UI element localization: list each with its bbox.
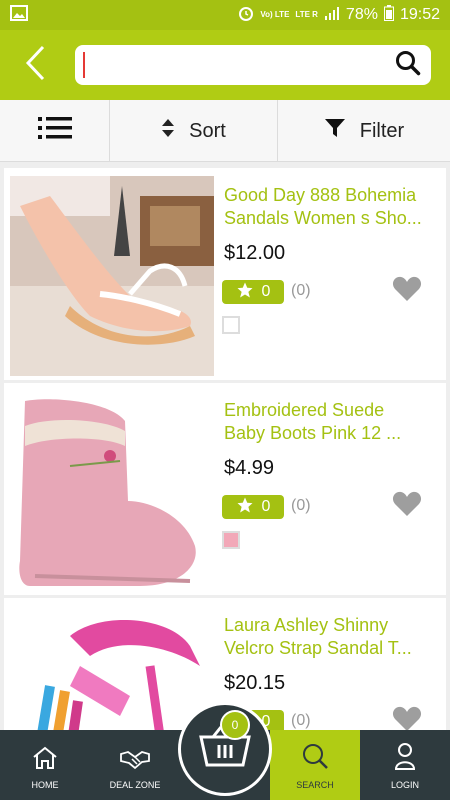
- signal-icon: [324, 6, 340, 25]
- filter-label: Filter: [359, 119, 405, 142]
- view-toggle-button[interactable]: [0, 100, 110, 162]
- nav-deal-zone[interactable]: DEAL ZONE: [90, 730, 180, 800]
- home-icon: [32, 746, 58, 772]
- nav-home-label: HOME: [31, 780, 59, 790]
- gallery-icon: [10, 4, 28, 26]
- nav-search-label: SEARCH: [296, 780, 334, 790]
- product-price: $20.15: [224, 672, 286, 694]
- star-icon: [236, 496, 254, 519]
- nav-login[interactable]: LOGIN: [360, 730, 450, 800]
- search-icon: [301, 742, 329, 772]
- product-card[interactable]: Good Day 888 Bohemia Sandals Women s Sho…: [4, 168, 446, 380]
- rating-value: 0: [261, 283, 271, 300]
- battery-icon: [383, 4, 394, 26]
- filter-icon: [324, 118, 346, 144]
- product-price: $4.99: [224, 457, 275, 479]
- product-image: [10, 391, 214, 591]
- search-button[interactable]: [385, 45, 431, 85]
- product-title[interactable]: Laura Ashley Shinny Velcro Strap Sandal …: [224, 614, 439, 660]
- network-label: Vo) LTE: [260, 10, 290, 19]
- product-title[interactable]: Good Day 888 Bohemia Sandals Women s Sho…: [224, 184, 439, 230]
- product-price: $12.00: [224, 242, 286, 264]
- search-icon: [395, 50, 421, 81]
- review-count: (0): [291, 282, 311, 299]
- handshake-icon: [120, 748, 150, 772]
- alarm-icon: [238, 5, 254, 26]
- rating-value: 0: [261, 498, 271, 515]
- heart-icon: [392, 491, 422, 521]
- header: [0, 30, 450, 100]
- list-view-icon: [37, 115, 72, 147]
- search-input[interactable]: [85, 47, 385, 83]
- heart-icon: [392, 276, 422, 306]
- wishlist-button[interactable]: [392, 276, 422, 307]
- sort-button[interactable]: Sort: [110, 100, 278, 162]
- lte-label: LTE R: [295, 10, 318, 19]
- search-box: [75, 45, 431, 85]
- nav-login-label: LOGIN: [390, 780, 419, 790]
- color-swatch[interactable]: [222, 531, 240, 549]
- sort-icon: [161, 118, 175, 144]
- color-swatch[interactable]: [222, 316, 240, 334]
- rating-badge: 0: [222, 280, 284, 304]
- nav-deal-zone-label: DEAL ZONE: [109, 780, 161, 790]
- rating-badge: 0: [222, 495, 284, 519]
- cart-count-badge: 0: [220, 710, 250, 740]
- sort-label: Sort: [189, 119, 226, 142]
- product-image: [10, 176, 214, 376]
- wishlist-button[interactable]: [392, 706, 422, 730]
- review-count: (0): [291, 712, 311, 729]
- wishlist-button[interactable]: [392, 491, 422, 522]
- review-count: (0): [291, 497, 311, 514]
- product-image: [10, 606, 214, 730]
- nav-search[interactable]: SEARCH: [270, 730, 360, 800]
- user-icon: [394, 742, 416, 772]
- nav-home[interactable]: HOME: [0, 730, 90, 800]
- chevron-left-icon: [24, 44, 46, 87]
- status-bar: Vo) LTE LTE R 78% 19:52: [0, 0, 450, 30]
- heart-icon: [392, 706, 422, 730]
- list-toolbar: Sort Filter: [0, 100, 450, 162]
- product-card[interactable]: Embroidered Suede Baby Boots Pink 12 ...…: [4, 383, 446, 595]
- clock: 19:52: [399, 6, 440, 23]
- filter-button[interactable]: Filter: [278, 100, 450, 162]
- product-list: Good Day 888 Bohemia Sandals Women s Sho…: [0, 166, 450, 730]
- back-button[interactable]: [0, 30, 70, 100]
- product-title[interactable]: Embroidered Suede Baby Boots Pink 12 ...: [224, 399, 439, 445]
- battery-percent: 78%: [345, 6, 378, 23]
- star-icon: [236, 281, 254, 304]
